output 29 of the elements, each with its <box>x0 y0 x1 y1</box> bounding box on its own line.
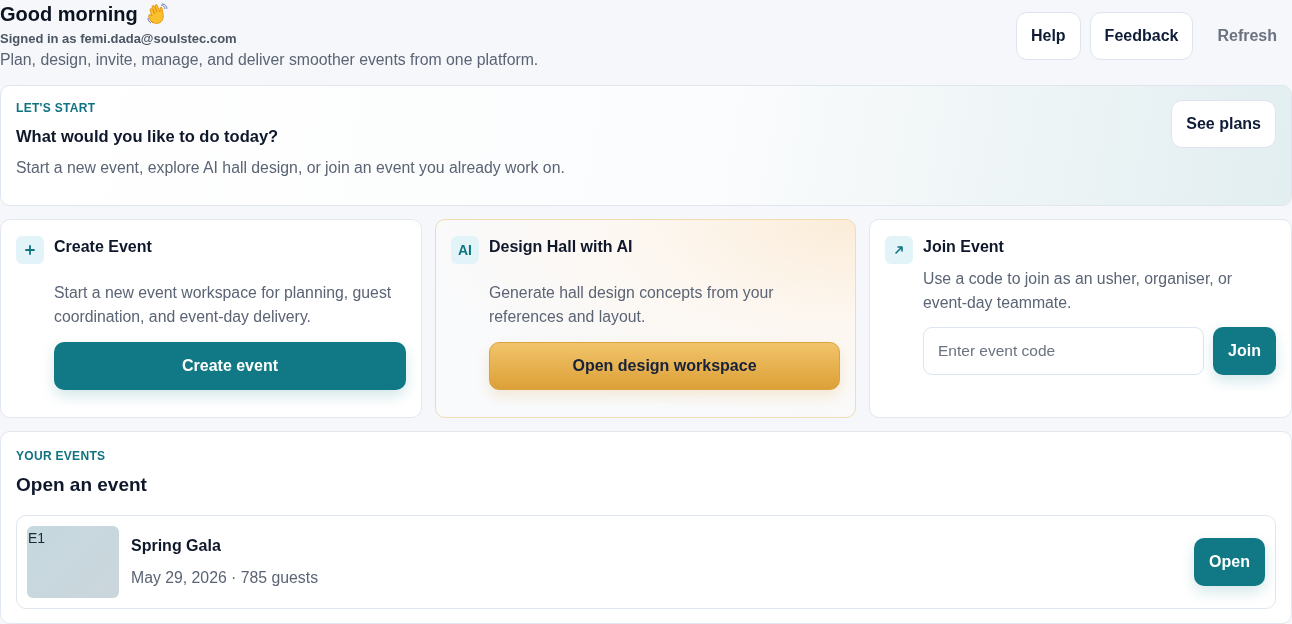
create-event-button[interactable]: Create event <box>54 342 406 390</box>
event-code-field[interactable]: Enter event code <box>923 327 1205 375</box>
card-title: Design Hall with AI <box>489 237 634 257</box>
card-description: Start a new event workspace for planning, guest coordination, and event-day delivery. <box>54 283 393 327</box>
header-button[interactable]: Refresh <box>1202 12 1292 60</box>
ai-label: AI <box>451 236 479 264</box>
header-button[interactable]: Feedback <box>1089 12 1194 60</box>
see-plans-button[interactable]: See plans <box>1171 100 1276 148</box>
join-button[interactable]: Join <box>1213 327 1276 375</box>
card-title: Create Event <box>54 237 153 257</box>
card-title: Join Event <box>923 237 1005 257</box>
card-description: Generate hall design concepts from your references and layout. <box>489 283 775 327</box>
open-event-button[interactable]: Open <box>1194 538 1265 586</box>
plus-icon <box>16 236 44 264</box>
header-button[interactable]: Help <box>1015 12 1081 60</box>
open-design-button[interactable]: Open design workspace <box>489 342 840 390</box>
section-eyebrow: LET'S START <box>16 100 96 116</box>
hero-subtitle: Start a new event, explore AI hall design, or join an event you already work on. <box>16 158 565 178</box>
card-description: Use a code to join as an usher, organiser, or event-day teammate. <box>923 269 1234 313</box>
tagline-text: Plan, design, invite, manage, and deliver smoother events from one platform. <box>0 50 539 70</box>
signed-in-text: Signed in as femi.dada@soulstec.com <box>0 30 237 48</box>
greeting-title: Good morning <box>0 2 138 27</box>
section-eyebrow: YOUR EVENTS <box>16 448 106 464</box>
event-name: Spring Gala <box>131 536 221 556</box>
thumbnail-label: E1 <box>28 529 46 547</box>
hero-title: What would you like to do today? <box>16 126 279 147</box>
events-title: Open an event <box>16 473 147 497</box>
waving-hand-icon <box>145 3 168 25</box>
event-meta: May 29, 2026 · 785 guests <box>131 568 319 588</box>
